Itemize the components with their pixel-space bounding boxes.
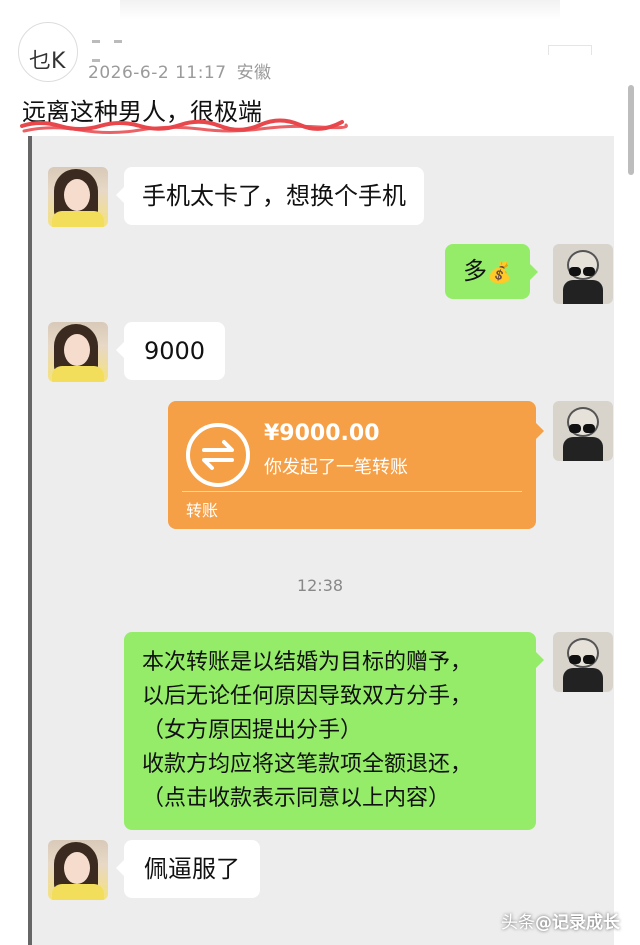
message-line: （女方原因提出分手） <box>142 718 363 743</box>
corner-frame <box>548 45 592 55</box>
transfer-label: 转账 <box>186 501 219 520</box>
message-line: 本次转账是以结婚为目标的赠予， <box>142 650 473 675</box>
message-bubble-left[interactable]: 佩逼服了 <box>116 840 260 898</box>
message-bubble-right[interactable]: 多💰 <box>445 244 538 299</box>
scrollbar[interactable] <box>628 85 634 175</box>
boyfriend-avatar[interactable] <box>553 244 613 304</box>
watermark-prefix: 头条 <box>501 913 535 933</box>
red-underline-scribble <box>20 118 348 134</box>
poster-avatar-text: 乜K <box>29 49 66 74</box>
message-line: 收款方均应将这笔款项全额退还， <box>142 752 473 777</box>
boyfriend-avatar[interactable] <box>553 632 613 692</box>
message-line: （点击收款表示同意以上内容） <box>142 786 451 811</box>
top-fade <box>120 0 560 20</box>
post-meta: 2026-6-2 11:17 安徽 <box>88 58 272 83</box>
username-fragment <box>92 40 152 62</box>
message-bubble-left[interactable]: 9000 <box>115 322 226 380</box>
post-location: 安徽 <box>236 63 272 83</box>
girlfriend-avatar[interactable] <box>48 840 108 900</box>
transfer-card[interactable]: ¥9000.00 你发起了一笔转账 转账 <box>168 401 544 529</box>
watermark-handle: @记录成长 <box>535 913 620 933</box>
girlfriend-avatar[interactable] <box>48 167 108 227</box>
message-bubble-left[interactable]: 手机太卡了，想换个手机 <box>116 167 424 225</box>
money-bag-icon: 💰 <box>487 260 512 284</box>
boyfriend-avatar[interactable] <box>553 401 613 461</box>
transfer-arrows-icon <box>186 423 250 487</box>
poster-avatar[interactable]: 乜K <box>18 22 78 82</box>
chat-timestamp: 12:38 <box>296 576 344 595</box>
post-header: 乜K 2026-6-2 11:17 安徽 远离这种男人，很极端 <box>0 0 640 135</box>
transfer-amount: ¥9000.00 <box>264 421 380 446</box>
post-date: 2026-6-2 11:17 <box>88 63 227 83</box>
message-line: 以后无论任何原因导致双方分手， <box>142 684 473 709</box>
transfer-divider <box>182 491 522 492</box>
source-watermark: 头条@记录成长 <box>501 908 620 933</box>
girlfriend-avatar[interactable] <box>48 322 108 382</box>
transfer-note: 你发起了一笔转账 <box>264 457 408 478</box>
message-bubble-right[interactable]: 本次转账是以结婚为目标的赠予， 以后无论任何原因导致双方分手， （女方原因提出分… <box>124 632 544 830</box>
message-text: 多 <box>463 257 487 285</box>
